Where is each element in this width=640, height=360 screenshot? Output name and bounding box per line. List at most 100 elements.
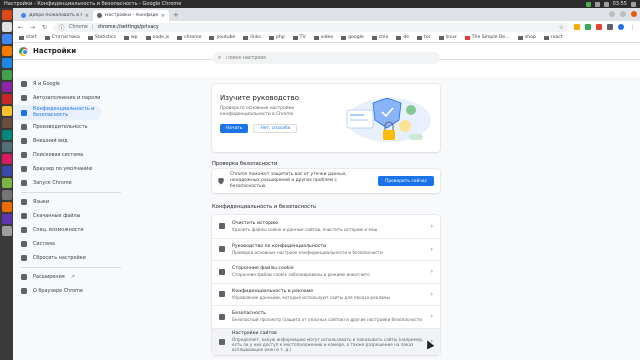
sidebar-item-downloads[interactable]: Скачанные файлы [13, 209, 133, 223]
app-icon[interactable] [1, 166, 12, 176]
sidebar-item-label: Сбросить настройки [33, 255, 86, 261]
sidebar-item-appearance[interactable]: Внешний вид [13, 134, 133, 148]
new-tab-button[interactable]: + [169, 11, 183, 21]
network-icon[interactable] [585, 1, 591, 7]
firefox-icon[interactable] [1, 46, 12, 56]
bookmark-folder[interactable]: Статистика [44, 35, 80, 40]
app-icon[interactable] [1, 202, 12, 212]
trash-launcher-icon[interactable] [1, 226, 12, 236]
chrome-launcher-icon[interactable] [1, 34, 12, 44]
privacy-row-site-settings[interactable]: Настройки сайтов Определяет, какую информ… [212, 327, 440, 355]
app-icon[interactable] [1, 190, 12, 200]
bookmark-folder[interactable]: links [243, 35, 261, 40]
maximize-icon[interactable] [620, 11, 626, 17]
bookmark-link[interactable]: The Simple De… [464, 35, 510, 40]
no-thanks-button[interactable]: Нет, спасибо [253, 124, 298, 133]
bookmark-label: The Simple De… [471, 35, 510, 40]
forward-icon[interactable]: → [29, 24, 36, 31]
sidebar-item-privacy[interactable]: Конфиденциальность и безопасность [13, 105, 101, 120]
app-icon[interactable] [1, 82, 12, 92]
sidebar-divider [21, 192, 121, 193]
settings-search[interactable]: ⌕ [212, 52, 440, 64]
app-icon[interactable] [1, 178, 12, 188]
check-now-button[interactable]: Проверить сейчас [378, 176, 434, 186]
dash-icon[interactable] [1, 10, 12, 20]
close-tab-icon[interactable]: × [85, 13, 89, 19]
keyboard-icon[interactable] [594, 1, 600, 7]
bookmark-folder[interactable]: wp [123, 35, 138, 40]
volume-icon[interactable] [603, 1, 609, 7]
power-menu-icon[interactable] [631, 1, 636, 7]
sidebar-item-system[interactable]: Система [13, 237, 133, 251]
extension-icon[interactable] [574, 24, 580, 30]
privacy-row-security[interactable]: Безопасность Безопасный просмотр (защита … [212, 305, 440, 328]
sidebar-item-accessibility[interactable]: Спец. возможности [13, 223, 133, 237]
start-button[interactable]: Начать [220, 124, 249, 133]
sidebar-item-autofill[interactable]: Автозаполнение и пароли [13, 91, 133, 105]
sidebar-item-you-and-google[interactable]: Я и Google [13, 77, 133, 91]
app-icon[interactable] [1, 214, 12, 224]
close-tab-icon[interactable]: × [161, 13, 165, 19]
tab-settings[interactable]: Настройки – Конфиденц × [93, 10, 169, 21]
address-bar[interactable]: ⓘ Chrome | chrome://settings/privacy ☆ [53, 22, 569, 32]
reset-icon [21, 255, 27, 261]
sidebar-item-about[interactable]: О браузере Chrome [13, 284, 133, 298]
extensions-puzzle-icon[interactable] [607, 24, 613, 30]
sidebar-item-extensions[interactable]: Расширения ↗ [13, 270, 133, 284]
app-icon[interactable] [1, 130, 12, 140]
chrome-icon [21, 288, 27, 294]
profile-avatar[interactable] [618, 24, 624, 30]
site-info-icon[interactable]: ⓘ [58, 23, 65, 32]
sidebar-item-languages[interactable]: Языки [13, 195, 133, 209]
privacy-row-ads[interactable]: Конфиденциальность в рекламе Управление д… [212, 282, 440, 306]
search-input[interactable] [226, 55, 417, 61]
app-icon[interactable] [1, 118, 12, 128]
sidebar-item-reset[interactable]: Сбросить настройки [13, 251, 133, 265]
close-window-icon[interactable] [631, 11, 637, 17]
extension-icon[interactable] [596, 24, 602, 30]
reload-icon[interactable]: ↻ [41, 24, 48, 31]
row-subtitle: Сторонние файлы cookie заблокированы в р… [232, 272, 370, 278]
bookmark-folder[interactable]: chrome [177, 35, 201, 40]
bookmark-folder[interactable]: react [543, 35, 563, 40]
bookmark-folder[interactable]: linux [438, 35, 457, 40]
extension-icon[interactable] [585, 24, 591, 30]
minimize-icon[interactable] [609, 11, 615, 17]
bookmark-folder[interactable]: de [396, 35, 409, 40]
back-icon[interactable]: ← [17, 24, 24, 31]
bookmark-folder[interactable]: youtube [209, 35, 235, 40]
sidebar-item-startup[interactable]: Запуск Chrome [13, 176, 133, 190]
bookmark-folder[interactable]: TV [292, 35, 306, 40]
bookmark-star-icon[interactable]: ☆ [559, 24, 564, 31]
app-icon[interactable] [1, 94, 12, 104]
bookmark-folder[interactable]: Statistics [87, 35, 116, 40]
menu-kebab-icon[interactable]: ⋮ [629, 24, 636, 31]
bookmark-folder[interactable]: video [313, 35, 333, 40]
bookmark-folder[interactable]: chin [371, 35, 388, 40]
privacy-row-guide[interactable]: Руководство по конфиденциальности Проверк… [212, 237, 440, 261]
bookmark-folder[interactable]: tor [417, 35, 431, 40]
search-icon [21, 152, 27, 158]
vscode-icon[interactable] [1, 58, 12, 68]
bookmark-folder[interactable]: start [19, 35, 37, 40]
bookmark-folder[interactable]: shop [517, 35, 536, 40]
search-icon: ⌕ [218, 54, 222, 61]
terminal-icon[interactable] [1, 70, 12, 80]
bookmark-folder[interactable]: php [268, 35, 285, 40]
files-icon[interactable] [1, 22, 12, 32]
row-title: Руководство по конфиденциальности [232, 243, 327, 249]
tab-welcome[interactable]: Добро пожаловать в Chro × [17, 10, 93, 21]
app-icon[interactable] [1, 142, 12, 152]
bookmark-folder[interactable]: google [341, 35, 364, 40]
sidebar-item-performance[interactable]: Производительность [13, 120, 133, 134]
app-icon[interactable] [1, 154, 12, 164]
bookmark-folder[interactable]: node.js [145, 35, 169, 40]
settings-content: Я и Google Автозаполнение и пароли Конфи… [13, 77, 640, 360]
app-icon[interactable] [1, 106, 12, 116]
privacy-row-cookies[interactable]: Сторонние файлы cookie Сторонние файлы co… [212, 260, 440, 283]
sidebar-item-default-browser[interactable]: Браузер по умолчанию [13, 162, 133, 176]
clock[interactable]: 03:55 [613, 1, 627, 7]
privacy-row-clear-history[interactable]: Очистить историю Удалить файлы cookie и д… [212, 215, 440, 238]
bookmarks-bar: start Статистика Statistics wp node.js c… [13, 33, 640, 43]
sidebar-item-search-engine[interactable]: Поисковая система [13, 148, 133, 162]
